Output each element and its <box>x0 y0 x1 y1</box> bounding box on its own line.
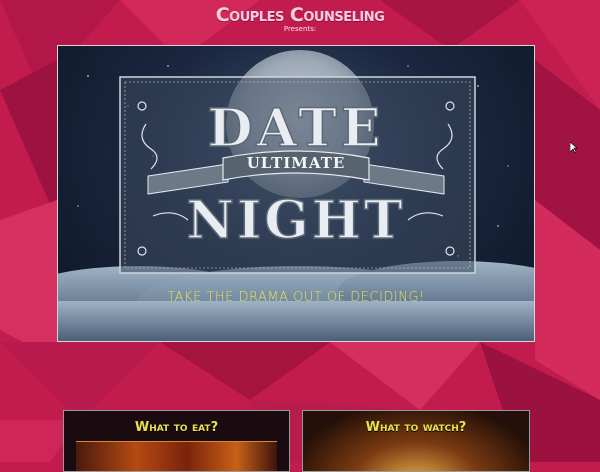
mouse-cursor-icon <box>570 142 578 154</box>
card-what-to-watch[interactable]: What to watch? <box>302 410 530 472</box>
word-night: NIGHT <box>186 190 405 251</box>
card-title-watch: What to watch? <box>365 420 467 435</box>
word-date: DATE <box>208 98 385 159</box>
card-what-to-eat[interactable]: What to eat? <box>63 410 290 472</box>
hero-banner: ULTIMATE DATE NIGHT Take the drama out o… <box>57 45 535 342</box>
hero-tagline: Take the drama out of deciding! <box>167 290 425 305</box>
food-image <box>76 441 277 471</box>
site-subtitle: Presents: <box>283 25 317 33</box>
header: Couples Counseling Presents: <box>0 4 600 33</box>
site-title: Couples Counseling <box>215 4 385 26</box>
card-title-eat: What to eat? <box>134 420 219 435</box>
